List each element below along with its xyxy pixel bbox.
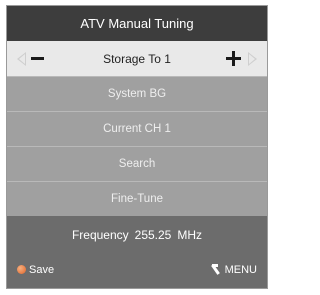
menu-item-current-channel[interactable]: Current CH 1: [7, 111, 267, 146]
save-button[interactable]: Save: [17, 264, 54, 276]
frequency-value: 255.25: [134, 227, 172, 242]
menu-item-search[interactable]: Search: [7, 146, 267, 181]
frequency-label: Frequency: [71, 227, 129, 242]
footer-bar: Save MENU: [7, 253, 267, 287]
frequency-unit: MHz: [177, 227, 203, 242]
save-dot-icon: [17, 265, 26, 274]
right-arrow-icon[interactable]: [248, 52, 257, 66]
menu-item-system[interactable]: System BG: [7, 76, 267, 111]
menu-button[interactable]: MENU: [211, 264, 257, 276]
frequency-row: Frequency 255.25 MHz: [7, 216, 267, 253]
menu-item-fine-tune[interactable]: Fine-Tune: [7, 181, 267, 216]
plus-icon-vertical: [232, 51, 235, 66]
storage-row[interactable]: Storage To 1: [7, 41, 267, 76]
panel-title: ATV Manual Tuning: [7, 6, 267, 41]
tuning-panel: ATV Manual Tuning Storage To 1 System BG…: [6, 5, 268, 289]
save-label: Save: [29, 264, 55, 276]
menu-arrow-icon: [211, 264, 222, 274]
menu-label: MENU: [224, 264, 257, 276]
